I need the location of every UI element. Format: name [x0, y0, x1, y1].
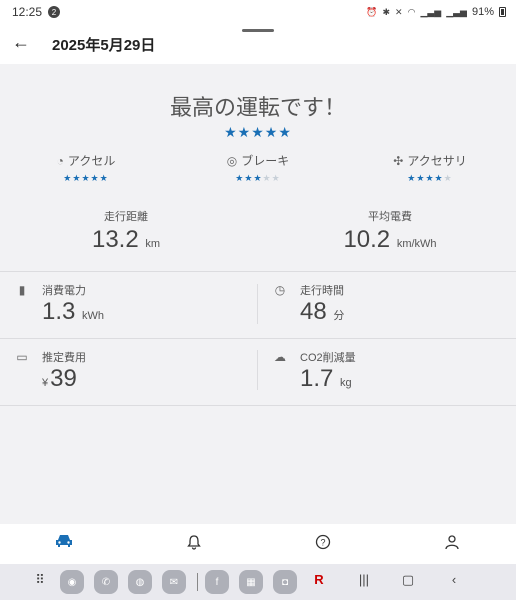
- divider: [257, 284, 258, 324]
- detail-value: 48: [300, 298, 327, 325]
- efficiency-metric: 平均電費 10.2 km/kWh: [300, 208, 480, 254]
- star-filled-icon: ★: [251, 124, 265, 140]
- app-bar: ← 2025年5月29日: [0, 24, 516, 64]
- star-filled-icon: ★: [434, 173, 444, 183]
- mute-icon: ✕: [395, 6, 403, 17]
- battery-icon: ▮: [18, 283, 26, 297]
- recents-button-icon[interactable]: |||: [354, 572, 374, 592]
- detail-value: 1.7: [300, 365, 334, 392]
- notification-count-badge: 2: [48, 6, 61, 18]
- card-icon: ▭: [16, 350, 28, 364]
- star-filled-icon: ★: [224, 124, 238, 140]
- divider: [0, 271, 516, 272]
- signal-icon: ▁▃▅: [420, 6, 442, 17]
- drive-time-cell: ◷ 走行時間 48 分: [272, 282, 502, 342]
- metric-unit: km: [145, 238, 161, 250]
- metric-label: 走行距離: [104, 211, 148, 223]
- metric-value: 10.2: [343, 226, 391, 253]
- category-label: ブレーキ: [241, 154, 290, 168]
- detail-value: 1.3: [42, 298, 76, 325]
- status-time: 12:25: [12, 5, 43, 19]
- category-accelerator: ◔ アクセル ★★★★★: [26, 152, 146, 184]
- star-filled-icon: ★: [235, 173, 245, 183]
- detail-label: 消費電力: [42, 285, 86, 297]
- driving-rating-headline: 最高の運転です！: [169, 95, 346, 120]
- star-filled-icon: ★: [407, 173, 417, 183]
- wifi-icon: ◠: [407, 6, 416, 17]
- battery-percent: 91%: [471, 6, 494, 18]
- brake-icon: ◎: [226, 153, 238, 168]
- metric-label: 平均電費: [368, 211, 412, 223]
- detail-label: 走行時間: [300, 285, 344, 297]
- category-brake: ◎ ブレーキ ★★★★★: [198, 152, 318, 184]
- power-consumption-cell: ▮ 消費電力 1.3 kWh: [14, 282, 244, 342]
- back-button-icon[interactable]: ‹: [444, 572, 464, 592]
- distance-metric: 走行距離 13.2 km: [36, 208, 216, 254]
- star-filled-icon: ★: [81, 173, 91, 183]
- detail-label: 推定費用: [42, 352, 86, 364]
- arrow-left-icon[interactable]: ←: [12, 32, 32, 52]
- detail-unit: kg: [340, 377, 352, 389]
- category-stars: ★★★★★: [26, 173, 146, 184]
- overall-rating-stars: ★★★★★: [0, 124, 516, 141]
- home-button-icon[interactable]: ▢: [398, 572, 418, 592]
- rakuten-app-icon[interactable]: R: [309, 572, 329, 592]
- battery-status-icon: [499, 7, 506, 17]
- estimated-cost-cell: ▭ 推定費用 ¥39: [14, 349, 244, 409]
- detail-unit: kWh: [82, 310, 105, 322]
- star-filled-icon: ★: [425, 173, 435, 183]
- phone-app-icon[interactable]: ✆: [94, 570, 118, 594]
- clock-icon: ◷: [274, 283, 286, 297]
- car-icon[interactable]: [52, 534, 76, 554]
- instagram-app-icon[interactable]: ◘: [273, 570, 297, 594]
- bell-icon[interactable]: [182, 534, 206, 554]
- app-drawer-icon[interactable]: ⠿: [30, 572, 50, 592]
- accelerator-gauge-icon: ◔: [56, 153, 64, 168]
- star-filled-icon: ★: [253, 173, 263, 183]
- metric-value: 13.2: [91, 226, 139, 253]
- mail-app-icon[interactable]: ✉: [162, 570, 186, 594]
- star-filled-icon: ★: [99, 173, 109, 183]
- category-label: アクセル: [67, 154, 116, 168]
- calendar-app-icon[interactable]: ▦: [239, 570, 263, 594]
- fan-icon: ✣: [393, 153, 404, 168]
- page-title: 2025年5月29日: [52, 37, 156, 54]
- chat-app-icon[interactable]: ◉: [60, 570, 84, 594]
- alarm-icon: ⏰: [366, 6, 378, 17]
- trip-summary: 最高の運転です！ ★★★★★ ◔ アクセル ★★★★★ ◎ ブレーキ ★★★★★ ✣…: [0, 64, 516, 524]
- detail-unit: 分: [333, 310, 345, 322]
- star-filled-icon: ★: [237, 124, 252, 140]
- star-filled-icon: ★: [90, 173, 100, 183]
- category-stars: ★★★★★: [370, 173, 490, 184]
- browser-app-icon[interactable]: ◍: [128, 570, 152, 594]
- star-filled-icon: ★: [63, 173, 73, 183]
- svg-text:?: ?: [320, 538, 325, 548]
- bluetooth-icon: ✱: [382, 6, 391, 17]
- co2-cloud-icon: ☁: [274, 350, 286, 364]
- currency-symbol: ¥: [42, 377, 49, 389]
- category-label: アクセサリ: [407, 154, 467, 168]
- star-empty-icon: ★: [262, 173, 272, 183]
- star-empty-icon: ★: [443, 173, 453, 183]
- star-filled-icon: ★: [278, 124, 292, 140]
- detail-value: 39: [50, 365, 77, 392]
- system-taskbar: ⠿ ◉ ✆ ◍ ✉ f ▦ ◘ R ||| ▢ ‹: [0, 564, 516, 600]
- help-icon[interactable]: ?: [311, 534, 335, 554]
- category-accessory: ✣ アクセサリ ★★★★★: [370, 152, 490, 184]
- taskbar-divider: [197, 573, 198, 591]
- metric-unit: km/kWh: [396, 238, 437, 250]
- signal-icon-2: ▁▃▅: [446, 6, 467, 17]
- star-filled-icon: ★: [264, 124, 279, 140]
- divider: [257, 350, 258, 390]
- status-bar: 12:25 2 ⏰ ✱ ✕ ◠ ▁▃▅ ▁▃▅ 91%: [0, 0, 516, 24]
- drag-handle[interactable]: [242, 29, 274, 32]
- facebook-app-icon[interactable]: f: [205, 570, 229, 594]
- star-empty-icon: ★: [271, 173, 281, 183]
- person-icon[interactable]: [440, 534, 464, 554]
- bottom-navigation: ?: [0, 524, 516, 564]
- detail-label: CO2削減量: [300, 352, 356, 364]
- co2-reduction-cell: ☁ CO2削減量 1.7 kg: [272, 349, 502, 409]
- category-stars: ★★★★★: [198, 173, 318, 184]
